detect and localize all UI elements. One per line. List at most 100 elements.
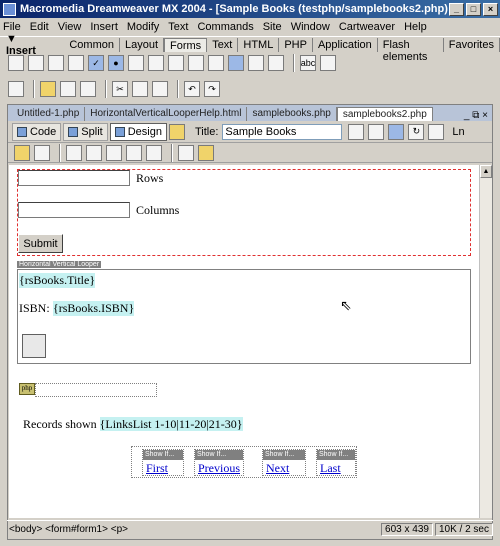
recordset-paging-icon[interactable] xyxy=(106,144,122,161)
radio-group-icon[interactable] xyxy=(128,55,144,71)
menu-cartweaver[interactable]: Cartweaver xyxy=(339,21,395,33)
menu-file[interactable]: File xyxy=(3,21,21,33)
spry-text-icon[interactable]: abc xyxy=(300,55,316,71)
doc-tab-untitled[interactable]: Untitled-1.php xyxy=(12,107,86,121)
user-auth-icon[interactable] xyxy=(178,144,194,161)
list-menu-icon[interactable] xyxy=(148,55,164,71)
show-if-tag: Show If... xyxy=(317,450,355,460)
tab-common[interactable]: Common xyxy=(64,38,120,52)
doc-tab-looper-help[interactable]: HorizontalVerticalLooperHelp.html xyxy=(85,107,248,121)
tab-layout[interactable]: Layout xyxy=(120,38,165,52)
last-link[interactable]: Last xyxy=(317,460,355,477)
maximize-button[interactable]: □ xyxy=(466,2,481,16)
copy-icon[interactable] xyxy=(132,81,148,97)
image-placeholder-icon[interactable] xyxy=(22,334,46,358)
fieldset-icon[interactable] xyxy=(268,55,284,71)
isbn-dynamic-field[interactable]: {rsBooks.ISBN} xyxy=(53,301,135,316)
label-icon[interactable] xyxy=(248,55,264,71)
form-outline[interactable]: Rows Columns Submit xyxy=(17,169,471,256)
looper-tag: Horizontal Vertical Looper xyxy=(17,261,102,268)
paste-icon[interactable] xyxy=(152,81,168,97)
cut-icon[interactable]: ✂ xyxy=(112,81,128,97)
document-toolbar: Code Split Design Title: Sample Books ↻ … xyxy=(8,121,492,143)
image-field-icon[interactable] xyxy=(188,55,204,71)
tag-selector[interactable]: <body> <form#form1> <p> xyxy=(9,524,128,535)
open-folder-icon[interactable] xyxy=(40,81,56,97)
title-dynamic-field[interactable]: {rsBooks.Title} xyxy=(19,273,96,288)
standard-toolbar: ✂ ↶ ↷ xyxy=(0,78,500,100)
columns-input[interactable] xyxy=(18,202,130,218)
doc-tab-samplebooks2[interactable]: samplebooks2.php xyxy=(336,107,433,121)
links-list-field[interactable]: {LinksList 1-10|11-20|21-30} xyxy=(99,417,243,431)
show-region-icon[interactable] xyxy=(86,144,102,161)
form-icon[interactable] xyxy=(8,55,24,71)
tab-application[interactable]: Application xyxy=(313,38,378,52)
radio-button-icon[interactable]: ● xyxy=(108,55,124,71)
menu-site[interactable]: Site xyxy=(263,21,282,33)
menu-view[interactable]: View xyxy=(58,21,82,33)
refresh-icon[interactable]: ↻ xyxy=(408,123,425,140)
spry-select-icon[interactable] xyxy=(320,55,336,71)
checkbox-icon[interactable]: ✓ xyxy=(88,55,104,71)
code-view-button[interactable]: Code xyxy=(12,122,62,141)
menu-modify[interactable]: Modify xyxy=(127,21,159,33)
window-size[interactable]: 603 x 439 xyxy=(381,523,433,536)
tab-text[interactable]: Text xyxy=(207,38,239,52)
xslt-icon[interactable] xyxy=(198,144,214,161)
text-field-icon[interactable] xyxy=(28,55,44,71)
mouse-cursor-icon: ⇖ xyxy=(340,298,352,314)
split-view-button[interactable]: Split xyxy=(63,122,108,141)
redo-icon[interactable]: ↷ xyxy=(204,81,220,97)
file-management-icon[interactable] xyxy=(348,123,365,140)
scroll-up-icon[interactable]: ▲ xyxy=(480,165,492,178)
title-input[interactable]: Sample Books xyxy=(222,123,343,140)
design-view-button[interactable]: Design xyxy=(109,122,167,141)
next-link[interactable]: Next xyxy=(263,460,305,477)
vertical-scrollbar[interactable]: ▲ xyxy=(479,165,492,518)
view-options-icon[interactable] xyxy=(428,123,445,140)
toolbar-separator xyxy=(293,54,295,72)
submit-button[interactable]: Submit xyxy=(18,234,63,253)
document-window-controls[interactable]: _ ⧉ × xyxy=(464,110,492,121)
repeat-region-icon[interactable] xyxy=(66,144,82,161)
rows-label: Rows xyxy=(136,171,164,185)
menu-edit[interactable]: Edit xyxy=(30,21,49,33)
upload-download-icon[interactable] xyxy=(368,123,385,140)
close-button[interactable]: × xyxy=(483,2,498,16)
jump-menu-icon[interactable] xyxy=(168,55,184,71)
button-icon[interactable] xyxy=(228,55,244,71)
file-field-icon[interactable] xyxy=(208,55,224,71)
recordset-icon[interactable] xyxy=(14,144,30,161)
live-data-icon[interactable] xyxy=(168,123,185,140)
hidden-field-icon[interactable] xyxy=(48,55,64,71)
new-document-icon[interactable] xyxy=(8,81,24,97)
textarea-icon[interactable] xyxy=(68,55,84,71)
tab-favorites[interactable]: Favorites xyxy=(444,38,500,52)
dynamic-data-icon[interactable] xyxy=(34,144,50,161)
menu-commands[interactable]: Commands xyxy=(197,21,253,33)
tab-flash-elements[interactable]: Flash elements xyxy=(378,38,444,63)
minimize-button[interactable]: _ xyxy=(449,2,464,16)
tab-html[interactable]: HTML xyxy=(238,38,280,52)
show-if-previous: Show If... Previous xyxy=(194,449,244,476)
go-to-detail-icon[interactable] xyxy=(126,144,142,161)
first-link[interactable]: First xyxy=(143,460,183,477)
menu-text[interactable]: Text xyxy=(168,21,188,33)
rows-input[interactable] xyxy=(18,170,130,186)
menu-help[interactable]: Help xyxy=(404,21,427,33)
tab-forms[interactable]: Forms xyxy=(164,38,208,52)
design-view[interactable]: Rows Columns Submit Horizontal Vertical … xyxy=(9,165,481,518)
looper-region[interactable]: {rsBooks.Title} ISBN: {rsBooks.ISBN} ⇖ xyxy=(17,269,471,364)
undo-icon[interactable]: ↶ xyxy=(184,81,200,97)
previous-link[interactable]: Previous xyxy=(195,460,243,477)
save-icon[interactable] xyxy=(60,81,76,97)
tab-php[interactable]: PHP xyxy=(279,38,313,52)
record-count-icon[interactable] xyxy=(146,144,162,161)
menu-insert[interactable]: Insert xyxy=(90,21,118,33)
menu-window[interactable]: Window xyxy=(291,21,330,33)
insert-bar: ▼ Insert Common Layout Forms Text HTML P… xyxy=(0,33,500,63)
preview-browser-icon[interactable] xyxy=(388,123,405,140)
php-code-icon[interactable]: php xyxy=(19,383,35,395)
doc-tab-samplebooks[interactable]: samplebooks.php xyxy=(247,107,337,121)
save-all-icon[interactable] xyxy=(80,81,96,97)
